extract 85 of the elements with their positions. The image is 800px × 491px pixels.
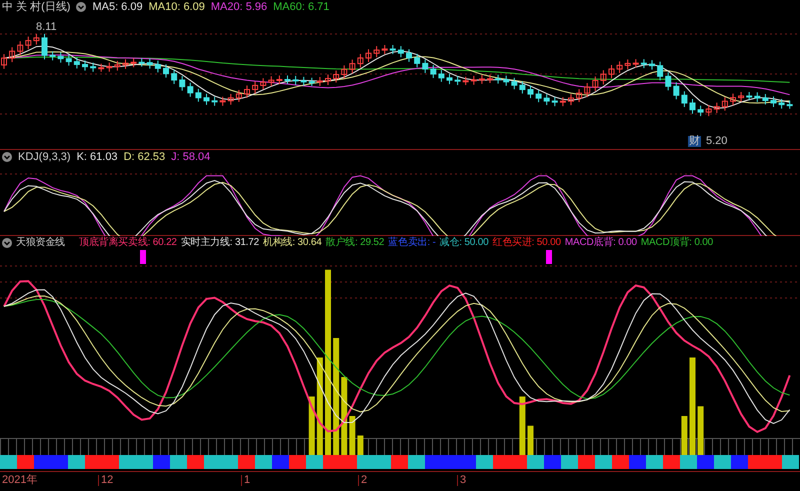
indicator-value: K: 61.03 (76, 152, 118, 162)
signal-band-block (323, 455, 340, 469)
signal-band-block (272, 455, 289, 469)
signal-band-block (238, 455, 255, 469)
indicator-value: 蓝色卖出: - (388, 238, 436, 248)
time-axis-label: 1 (241, 474, 358, 486)
volume-bar (519, 396, 526, 455)
signal-band-block (629, 455, 646, 469)
signal-marker (546, 250, 552, 264)
signal-band-block (765, 455, 782, 469)
signal-band-block (646, 455, 663, 469)
signal-band-block (51, 455, 68, 469)
indicator-value: D: 62.53 (124, 152, 166, 162)
signal-band-block (544, 455, 561, 469)
indicator-value: MA20: 5.96 (210, 2, 268, 12)
signal-band-block (459, 455, 476, 469)
signal-band-block (493, 455, 510, 469)
signal-band-block (306, 455, 323, 469)
indicator-value: 散户线: 29.52 (326, 238, 384, 248)
signal-band-block (680, 455, 697, 469)
signal-band-block (663, 455, 680, 469)
signal-band-block (102, 455, 119, 469)
signal-band-block (255, 455, 272, 469)
high-price-label: 8.11 (36, 22, 57, 33)
collapse-icon[interactable] (76, 2, 86, 12)
signal-band-block (408, 455, 425, 469)
signal-band-block (714, 455, 731, 469)
collapse-icon[interactable] (2, 152, 12, 162)
signal-band-block (476, 455, 493, 469)
low-price-label: 5.20 (706, 136, 728, 147)
signal-band-block (510, 455, 527, 469)
signal-band-block (425, 455, 442, 469)
signal-band-block (187, 455, 204, 469)
signal-band-block (221, 455, 238, 469)
volume-bar (357, 436, 364, 455)
volume-bar (698, 406, 704, 455)
signal-band-block (391, 455, 408, 469)
signal-band-block (527, 455, 544, 469)
signal-band-block (561, 455, 578, 469)
stock-title: 中 关 村(日线) (2, 2, 70, 12)
signal-band-block (357, 455, 374, 469)
volume-bar (681, 416, 688, 455)
indicator-value: MA10: 6.09 (148, 2, 205, 12)
indicator-value: 机构线: 30.64 (262, 238, 322, 248)
signal-band-block (204, 455, 221, 469)
volume-bar (349, 416, 356, 455)
signal-band-block (170, 455, 187, 469)
signal-band-block (612, 455, 629, 469)
indicator-value: MACD底背: 0.00 (564, 238, 637, 248)
signal-band-block (578, 455, 595, 469)
signal-band-block (68, 455, 85, 469)
signal-band-block (782, 455, 799, 469)
panel-title: KDJ(9,3,3) (18, 152, 71, 162)
indicator-value: MACD顶背: 0.00 (640, 238, 713, 248)
signal-band-block (119, 455, 136, 469)
event-badge[interactable]: 财 (688, 136, 701, 147)
signal-band-block (697, 455, 714, 469)
indicator-value: 红色买进: 50.00 (492, 238, 561, 248)
indicator-value: 实时主力线: 31.72 (180, 238, 259, 248)
signal-band-block (153, 455, 170, 469)
signal-marker (140, 250, 146, 264)
indicator-value: J: 58.04 (171, 152, 210, 162)
signal-band-block (136, 455, 153, 469)
signal-band-block (340, 455, 357, 469)
time-axis-label: 2021年 (1, 474, 38, 486)
signal-band-block (289, 455, 306, 469)
signal-band-block (374, 455, 391, 469)
collapse-icon[interactable] (2, 238, 12, 248)
time-axis-label: 3 (457, 474, 517, 486)
indicator-value: MA60: 6.71 (273, 2, 330, 12)
signal-band-block (595, 455, 612, 469)
signal-band-block (85, 455, 102, 469)
signal-band-block (0, 455, 17, 469)
volume-bar (528, 426, 534, 455)
indicator-value: MA5: 6.09 (92, 2, 143, 12)
time-axis-label: 12 (98, 474, 241, 486)
panel-title: 天狼资金线 (16, 238, 66, 248)
signal-band-block (17, 455, 34, 469)
time-axis-label: 2 (358, 474, 457, 486)
signal-band-block (731, 455, 748, 469)
volume-bar (308, 396, 315, 455)
indicator-value: 减仓: 50.00 (440, 238, 488, 248)
signal-band-block (748, 455, 765, 469)
signal-band-block (34, 455, 51, 469)
indicator-value: 顶底背离买卖线: 60.22 (79, 238, 177, 248)
